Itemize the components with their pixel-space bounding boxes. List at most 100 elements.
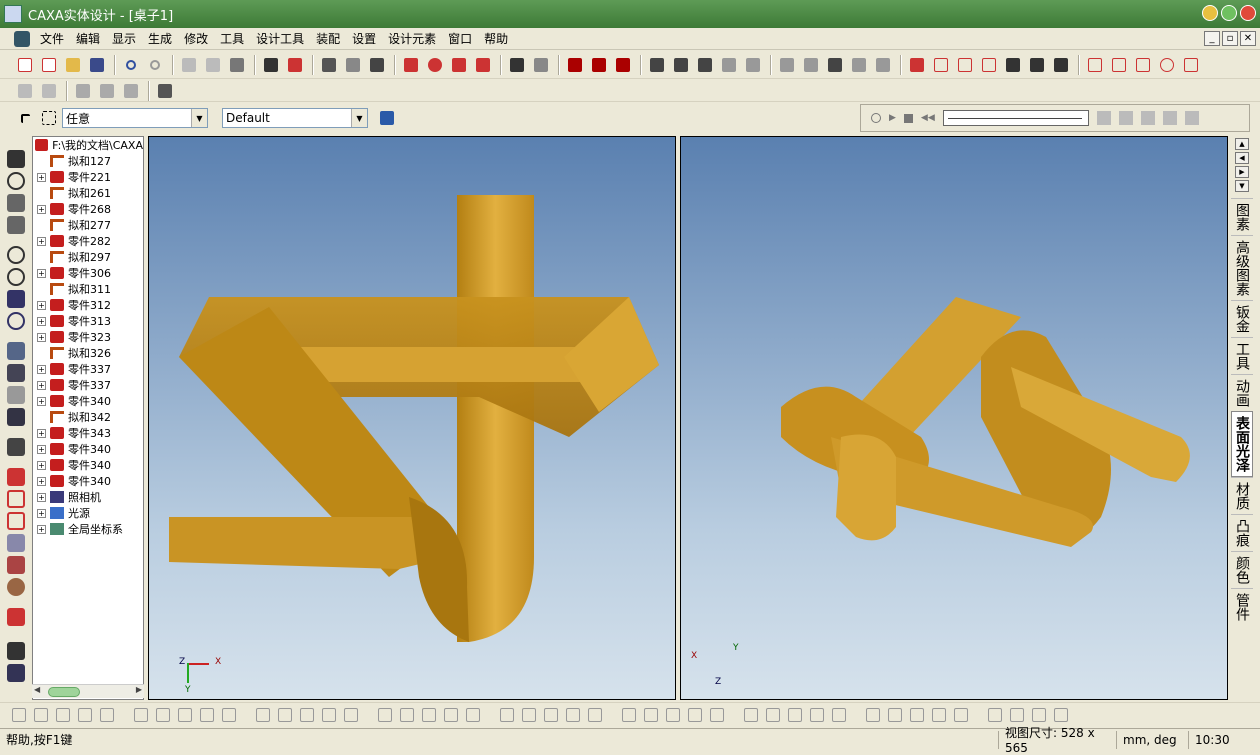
menu-edit[interactable]: 编辑 (70, 30, 106, 47)
sketch-tool-icon[interactable] (444, 707, 458, 722)
sketch-tool-icon[interactable] (688, 707, 702, 722)
dim-2-icon[interactable] (38, 80, 60, 102)
paint-icon[interactable] (7, 664, 25, 682)
expand-icon[interactable]: + (37, 524, 46, 534)
sketch-tool-icon[interactable] (544, 707, 558, 722)
sketch-tool-icon[interactable] (788, 707, 802, 722)
eyedropper-icon[interactable] (7, 642, 25, 660)
anim-tool-3-icon[interactable] (1140, 111, 1155, 125)
sketch-tool-icon[interactable] (832, 707, 846, 722)
scrollbar-thumb[interactable] (48, 687, 80, 697)
expand-icon[interactable]: + (37, 332, 46, 342)
menu-modify[interactable]: 修改 (178, 30, 214, 47)
blend-icon[interactable] (848, 54, 870, 76)
assembly-tree-icon[interactable] (376, 107, 398, 129)
save-icon[interactable] (86, 54, 108, 76)
redo-icon[interactable] (144, 54, 166, 76)
paste-tool-icon[interactable] (202, 54, 224, 76)
curve-4-icon[interactable] (718, 54, 740, 76)
surface-patch-icon[interactable] (588, 54, 610, 76)
right-tab[interactable]: 钣金 (1231, 300, 1253, 337)
menu-tools[interactable]: 工具 (214, 30, 250, 47)
coord-icon[interactable] (978, 54, 1000, 76)
tree-scrollbar[interactable]: ◀ ▶ (32, 684, 144, 698)
expand-icon[interactable]: + (37, 444, 46, 454)
tree-item-part[interactable]: + 零件221 (33, 169, 143, 185)
zoom-icon[interactable] (7, 246, 25, 264)
tab-last-icon[interactable]: ▼ (1235, 180, 1249, 192)
help-pointer-icon[interactable] (284, 54, 306, 76)
sketch-tool-icon[interactable] (366, 708, 370, 722)
tree-item-part[interactable]: + 零件268 (33, 201, 143, 217)
view-1-icon[interactable] (7, 342, 25, 360)
sketch-tool-icon[interactable] (854, 708, 858, 722)
sketch-tool-icon[interactable] (522, 707, 536, 722)
sketch-tool-icon[interactable] (222, 707, 236, 722)
pattern-icon[interactable] (800, 54, 822, 76)
right-tab[interactable]: 高级图素 (1231, 235, 1253, 300)
menu-help[interactable]: 帮助 (478, 30, 514, 47)
camera-tool-icon[interactable] (226, 54, 248, 76)
revolve-icon[interactable] (424, 54, 446, 76)
expand-icon[interactable]: + (37, 428, 46, 438)
tree-item-camera[interactable]: + 照相机 (33, 489, 143, 505)
tree-item-fit[interactable]: 拟和342 (33, 409, 143, 425)
sketch-tool-icon[interactable] (744, 707, 758, 722)
measure-icon[interactable] (154, 80, 176, 102)
mdi-minimize-button[interactable]: _ (1204, 31, 1220, 46)
surface-trim-icon[interactable] (612, 54, 634, 76)
zoom-window-icon[interactable] (7, 268, 25, 286)
sketch-tool-icon[interactable] (178, 707, 192, 722)
roll-icon[interactable] (7, 216, 25, 234)
expand-icon[interactable]: + (37, 300, 46, 310)
menu-generate[interactable]: 生成 (142, 30, 178, 47)
tree-item-light[interactable]: + 光源 (33, 505, 143, 521)
sketch-tool-icon[interactable] (888, 707, 902, 722)
sketch-5-icon[interactable] (7, 556, 25, 574)
tab-prev-icon[interactable]: ◀ (1235, 152, 1249, 164)
sketch-3-icon[interactable] (7, 512, 25, 530)
scroll-left-icon[interactable]: ◀ (34, 685, 40, 694)
tree-item-part[interactable]: + 零件312 (33, 297, 143, 313)
sketch-tool-icon[interactable] (1010, 707, 1024, 722)
view-4-icon[interactable] (7, 408, 25, 426)
menu-settings[interactable]: 设置 (346, 30, 382, 47)
right-tab[interactable]: 表面光泽 (1231, 411, 1253, 477)
tree-item-coord[interactable]: + 全局坐标系 (33, 521, 143, 537)
sketch-tool-icon[interactable] (732, 708, 736, 722)
sketch-tool-icon[interactable] (710, 707, 724, 722)
sketch-tool-icon[interactable] (766, 707, 780, 722)
rotate-icon[interactable] (7, 194, 25, 212)
anim-tool-4-icon[interactable] (1162, 111, 1177, 125)
tree-item-part[interactable]: + 零件323 (33, 329, 143, 345)
sketch-tool-icon[interactable] (300, 707, 314, 722)
sketch-4-icon[interactable] (7, 534, 25, 552)
expand-icon[interactable]: + (37, 316, 46, 326)
right-tab[interactable]: 图素 (1231, 198, 1253, 235)
sketch-6-icon[interactable] (7, 578, 25, 596)
surface-2-icon[interactable] (1108, 54, 1130, 76)
smooth-surface-icon[interactable] (564, 54, 586, 76)
sketch-tool-icon[interactable] (910, 707, 924, 722)
undo-icon[interactable] (120, 54, 142, 76)
curve-2-icon[interactable] (670, 54, 692, 76)
anim-tool-1-icon[interactable] (1096, 111, 1111, 125)
sketch-tool-icon[interactable] (988, 707, 1002, 722)
tree-item-part[interactable]: + 零件306 (33, 265, 143, 281)
tree-item-fit[interactable]: 拟和261 (33, 185, 143, 201)
sketch-tool-icon[interactable] (810, 707, 824, 722)
sketch-tool-icon[interactable] (12, 707, 26, 722)
expand-icon[interactable]: + (37, 204, 46, 214)
edit-icon[interactable] (7, 438, 25, 456)
sketch-tool-icon[interactable] (644, 707, 658, 722)
sketch-tool-icon[interactable] (954, 707, 968, 722)
expand-icon[interactable]: + (37, 268, 46, 278)
chamfer-icon[interactable] (872, 54, 894, 76)
binoculars-icon[interactable] (260, 54, 282, 76)
right-tab[interactable]: 工具 (1231, 337, 1253, 374)
curve-3-icon[interactable] (694, 54, 716, 76)
sketch-tool-icon[interactable] (932, 707, 946, 722)
sketch-tool-icon[interactable] (322, 707, 336, 722)
expand-icon[interactable]: + (37, 460, 46, 470)
sketch-tool-icon[interactable] (466, 707, 480, 722)
